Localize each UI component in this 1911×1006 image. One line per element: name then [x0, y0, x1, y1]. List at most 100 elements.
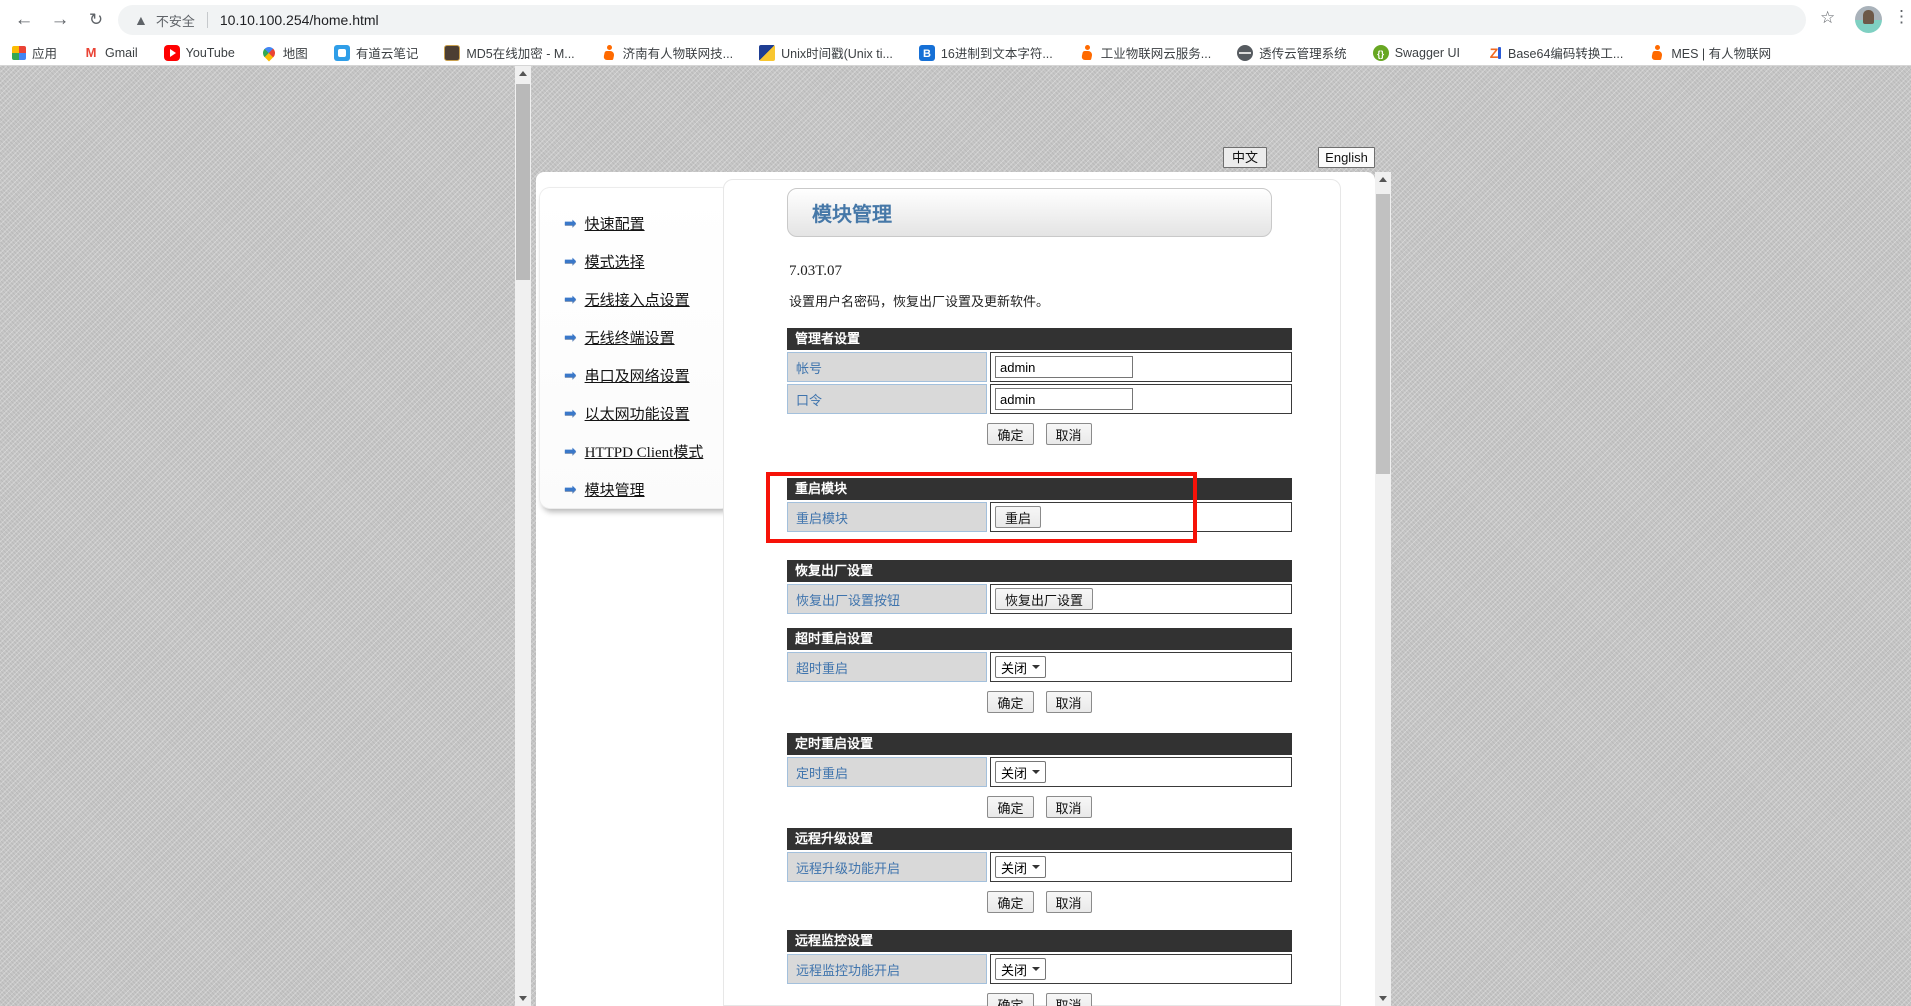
- bookmark-item[interactable]: 应用: [12, 43, 57, 62]
- bookmark-item[interactable]: 有道云笔记: [334, 43, 419, 62]
- scroll-down-icon[interactable]: [1375, 990, 1391, 1006]
- scroll-down-icon[interactable]: [515, 990, 531, 1006]
- back-button[interactable]: ←: [10, 6, 38, 34]
- address-separator: [207, 12, 208, 28]
- gmail-icon: [83, 45, 99, 61]
- scroll-up-icon[interactable]: [515, 66, 531, 82]
- language-english-button[interactable]: English: [1318, 147, 1375, 168]
- username-input[interactable]: [995, 356, 1133, 378]
- scroll-up-icon[interactable]: [1375, 172, 1391, 188]
- address-bar[interactable]: ▲ 不安全 10.10.100.254/home.html: [118, 5, 1806, 35]
- sidebar-item[interactable]: ➡以太网功能设置: [564, 394, 731, 432]
- settings-section: 远程监控设置远程监控功能开启关闭确定取消: [787, 930, 1292, 1006]
- bookmark-item[interactable]: Gmail: [83, 45, 138, 61]
- ok-button[interactable]: 确定: [987, 993, 1033, 1006]
- bookmark-item[interactable]: Base64编码转换工...: [1486, 43, 1623, 62]
- settings-section: 定时重启设置定时重启关闭确定取消: [787, 733, 1292, 818]
- usr-person-icon: [601, 45, 617, 61]
- row-control: 恢复出厂设置: [990, 584, 1292, 614]
- row-label: 定时重启: [787, 757, 987, 787]
- profile-avatar[interactable]: [1855, 6, 1882, 33]
- right-scrollbar[interactable]: [1375, 172, 1391, 1006]
- password-input[interactable]: [995, 388, 1133, 410]
- scrollbar-thumb[interactable]: [1376, 194, 1390, 474]
- usr-person-icon: [1079, 45, 1095, 61]
- bookmark-item[interactable]: 透传云管理系统: [1237, 43, 1347, 62]
- section-actions: 确定取消: [787, 691, 1292, 713]
- bookmark-item[interactable]: MES | 有人物联网: [1649, 43, 1771, 62]
- youtube-icon: [164, 45, 180, 61]
- ok-button[interactable]: 确定: [987, 423, 1033, 445]
- sidebar-item-label: 串口及网络设置: [585, 365, 690, 386]
- settings-row: 超时重启关闭: [787, 652, 1292, 682]
- bookmark-label: MES | 有人物联网: [1671, 43, 1771, 62]
- sidebar-item[interactable]: ➡无线接入点设置: [564, 280, 731, 318]
- bookmark-star-icon[interactable]: ☆: [1820, 8, 1835, 28]
- section-header: 管理者设置: [787, 328, 1292, 350]
- globe-icon: [1237, 45, 1253, 61]
- bookmark-label: Unix时间戳(Unix ti...: [781, 43, 893, 62]
- cancel-button[interactable]: 取消: [1046, 423, 1092, 445]
- sidebar-item[interactable]: ➡ 串口及网络设置: [564, 356, 731, 394]
- section-actions: 确定取消: [787, 891, 1292, 913]
- row-control: 关闭: [990, 954, 1292, 984]
- row-control: [990, 352, 1292, 382]
- left-scrollbar[interactable]: [515, 66, 531, 1006]
- language-chinese-button[interactable]: 中文: [1223, 147, 1267, 168]
- cancel-button[interactable]: 取消: [1046, 891, 1092, 913]
- scrollbar-thumb[interactable]: [516, 84, 530, 280]
- sidebar-item-label: 模式选择: [585, 251, 645, 272]
- not-secure-icon: ▲: [134, 12, 148, 28]
- settings-row: 口令: [787, 384, 1292, 414]
- ok-button[interactable]: 确定: [987, 691, 1033, 713]
- scheduled-restart-select[interactable]: 关闭: [995, 761, 1046, 783]
- bookmark-item[interactable]: Swagger UI: [1373, 45, 1460, 61]
- chevron-down-icon: [1032, 665, 1040, 673]
- settings-section: 超时重启设置超时重启关闭确定取消: [787, 628, 1292, 713]
- sidebar-item[interactable]: ➡无线终端设置: [564, 318, 731, 356]
- bookmark-item[interactable]: 16进制到文本字符...: [919, 43, 1053, 62]
- sidebar-item[interactable]: ➡模块管理: [564, 470, 731, 508]
- remote-monitor-select[interactable]: 关闭: [995, 958, 1046, 980]
- menu-arrow-icon: ➡: [564, 290, 577, 308]
- menu-arrow-icon: ➡: [564, 442, 577, 460]
- bookmark-label: 应用: [32, 43, 57, 62]
- remote-upgrade-select[interactable]: 关闭: [995, 856, 1046, 878]
- cancel-button[interactable]: 取消: [1046, 993, 1092, 1006]
- settings-section: 恢复出厂设置恢复出厂设置按钮恢复出厂设置: [787, 560, 1292, 614]
- section-header: 定时重启设置: [787, 733, 1292, 755]
- reload-button[interactable]: ↻: [82, 6, 110, 34]
- sidebar-item-label: 模块管理: [585, 479, 645, 500]
- firmware-version: 7.03T.07: [789, 263, 842, 280]
- bookmark-item[interactable]: 济南有人物联网技...: [601, 43, 733, 62]
- row-control: 重启: [990, 502, 1292, 532]
- bookmark-item[interactable]: 工业物联网云服务...: [1079, 43, 1211, 62]
- row-control: [990, 384, 1292, 414]
- settings-section: 管理者设置帐号口令确定取消: [787, 328, 1292, 445]
- cancel-button[interactable]: 取消: [1046, 796, 1092, 818]
- sidebar-item[interactable]: ➡HTTPD Client模式: [564, 432, 731, 470]
- section-header: 远程监控设置: [787, 930, 1292, 952]
- bookmark-item[interactable]: Unix时间戳(Unix ti...: [759, 43, 893, 62]
- ok-button[interactable]: 确定: [987, 796, 1033, 818]
- factory-reset-button[interactable]: 恢复出厂设置: [995, 588, 1093, 610]
- ok-button[interactable]: 确定: [987, 891, 1033, 913]
- bookmark-label: Swagger UI: [1395, 46, 1460, 60]
- bookmark-item[interactable]: 地图: [261, 43, 308, 62]
- forward-button[interactable]: →: [46, 6, 74, 34]
- bookmark-item[interactable]: YouTube: [164, 45, 235, 61]
- usr-person-icon: [1649, 45, 1665, 61]
- bookmark-label: 透传云管理系统: [1259, 43, 1347, 62]
- menu-arrow-icon: ➡: [564, 366, 577, 384]
- restart-button[interactable]: 重启: [995, 506, 1041, 528]
- timeout-restart-select[interactable]: 关闭: [995, 656, 1046, 678]
- row-label: 远程监控功能开启: [787, 954, 987, 984]
- sidebar-item[interactable]: ➡快速配置: [564, 204, 731, 242]
- bookmark-label: 地图: [283, 43, 308, 62]
- bookmark-item[interactable]: MD5在线加密 - M...: [444, 43, 574, 62]
- sidebar-item[interactable]: ➡模式选择: [564, 242, 731, 280]
- bookmark-label: 济南有人物联网技...: [623, 43, 733, 62]
- cancel-button[interactable]: 取消: [1046, 691, 1092, 713]
- browser-menu-icon[interactable]: ⋮: [1893, 7, 1910, 27]
- chevron-down-icon: [1032, 967, 1040, 975]
